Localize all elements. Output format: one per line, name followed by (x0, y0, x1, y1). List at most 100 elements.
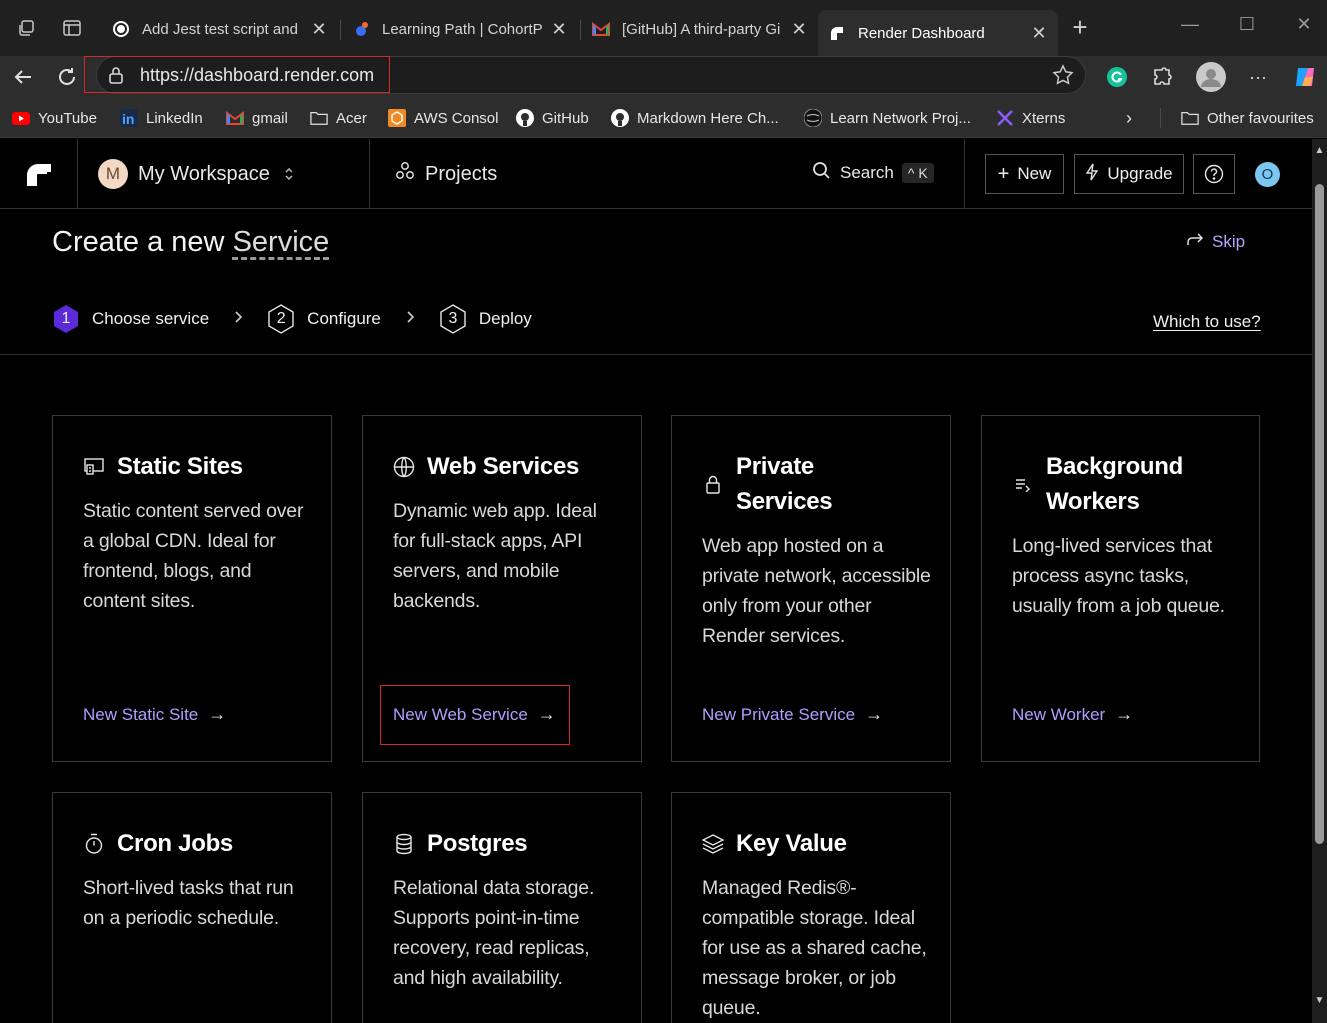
bookmark-other-favourites[interactable]: Other favourites (1181, 108, 1314, 128)
page-title-prefix: Create a new (52, 226, 225, 258)
database-icon (393, 833, 415, 855)
skip-link[interactable]: Skip (1186, 232, 1245, 252)
chevron-right-icon (405, 310, 415, 329)
address-bar: https://dashboard.render.com ··· (0, 56, 1327, 98)
card-cron-jobs: Cron Jobs Short-lived tasks that run on … (52, 792, 332, 1023)
bookmark-label: AWS Consol (414, 109, 499, 127)
bookmark-linkedin[interactable]: in LinkedIn (120, 108, 203, 128)
profile-avatar-icon[interactable] (1196, 62, 1226, 92)
github-icon (516, 109, 534, 127)
tab-cohort[interactable]: Learning Path | CohortPr ✕ (342, 10, 578, 48)
card-title: Static Sites (117, 453, 243, 480)
network-icon (804, 109, 822, 127)
card-description: Web app hosted on a private network, acc… (702, 535, 931, 647)
search-button[interactable]: Search ^ K (812, 161, 934, 185)
render-logo[interactable] (0, 139, 78, 209)
bookmark-label: Learn Network Proj... (830, 109, 971, 127)
card-link-label: New Private Service (702, 704, 856, 724)
scroll-thumb[interactable] (1315, 184, 1324, 844)
card-description: Static content served over a global CDN.… (83, 500, 304, 612)
card-link-label: New Worker (1012, 704, 1106, 724)
maximize-icon[interactable]: ☐ (1227, 14, 1267, 35)
bookmark-learn-network[interactable]: Learn Network Proj... (804, 108, 971, 128)
close-icon[interactable]: ✕ (550, 19, 568, 40)
close-icon[interactable]: ✕ (1030, 23, 1048, 44)
bookmark-acer[interactable]: Acer (310, 108, 367, 128)
gmail-icon (226, 109, 244, 127)
app-header: M My Workspace Projects Search ^ K + New (0, 139, 1312, 209)
tab-render-dashboard[interactable]: Render Dashboard ✕ (818, 10, 1058, 56)
page-title: Create a new Service (52, 226, 329, 259)
card-title: Cron Jobs (117, 830, 233, 857)
card-description: Short-lived tasks that run on a periodic… (83, 877, 294, 929)
new-button[interactable]: + New (985, 154, 1064, 194)
bookmark-youtube[interactable]: YouTube (12, 108, 97, 128)
scroll-up-icon[interactable]: ▲ (1314, 145, 1325, 156)
page-scrollbar[interactable]: ▲ ▼ (1312, 139, 1327, 1023)
new-private-service-link[interactable]: New Private Service → (702, 704, 883, 725)
grammarly-icon[interactable] (1102, 62, 1132, 92)
card-link-label: New Static Site (83, 704, 199, 724)
more-menu-icon[interactable]: ··· (1243, 62, 1273, 92)
step-configure: 2 Configure (267, 304, 381, 334)
upgrade-button[interactable]: Upgrade (1074, 154, 1184, 194)
bookmark-aws[interactable]: AWS Consol (388, 108, 498, 128)
tab-gmail[interactable]: [GitHub] A third-party Gi ✕ (582, 10, 818, 48)
search-label: Search (840, 163, 894, 182)
step-label: Deploy (478, 309, 532, 328)
card-link-label: New Web Service (393, 704, 528, 724)
globe-icon (393, 456, 415, 478)
new-static-site-link[interactable]: New Static Site → (83, 704, 226, 725)
user-avatar[interactable]: O (1255, 162, 1280, 187)
step-deploy: 3 Deploy (439, 304, 532, 334)
which-to-use-link[interactable]: Which to use? (1153, 312, 1261, 332)
bookmark-gmail[interactable]: gmail (226, 108, 288, 128)
bookmark-github[interactable]: GitHub (516, 108, 589, 128)
workspace-switcher[interactable]: M My Workspace (78, 139, 370, 209)
bookmark-markdown-here[interactable]: Markdown Here Ch... (611, 108, 779, 128)
bookmarks-overflow-chevron-icon[interactable]: › (1126, 108, 1132, 128)
scroll-down-icon[interactable]: ▼ (1314, 995, 1325, 1006)
new-worker-link[interactable]: New Worker → (1012, 704, 1133, 725)
bookmark-label: Other favourites (1207, 109, 1314, 127)
back-icon[interactable] (8, 62, 38, 92)
tab-label: [GitHub] A third-party Gi (622, 20, 781, 38)
new-web-service-link[interactable]: New Web Service → (393, 704, 556, 725)
step-choose-service: 1 Choose service (52, 304, 209, 334)
window-close-icon[interactable]: ✕ (1284, 14, 1324, 35)
arrow-right-icon: → (537, 704, 556, 724)
help-icon (1204, 164, 1224, 184)
workspaces-icon[interactable] (15, 16, 39, 40)
page-title-service[interactable]: Service (233, 226, 330, 258)
search-shortcut: ^ K (901, 163, 934, 183)
tab-jest[interactable]: Add Jest test script and e ✕ (102, 10, 338, 48)
projects-nav[interactable]: Projects (395, 161, 497, 187)
bookmark-label: Acer (336, 109, 367, 127)
aws-icon (388, 109, 406, 127)
minimize-icon[interactable]: — (1170, 14, 1210, 35)
new-tab-icon[interactable]: + (1060, 12, 1100, 43)
tab-label: Render Dashboard (858, 24, 985, 42)
static-site-icon (83, 456, 105, 478)
site-info-icon[interactable] (108, 66, 124, 89)
tab-actions-icon[interactable] (60, 16, 84, 40)
copilot-icon[interactable] (1290, 62, 1320, 92)
folder-icon (1181, 109, 1199, 127)
card-private-services: Private Services Web app hosted on a pri… (671, 415, 951, 762)
github-copilot-icon (112, 20, 130, 38)
lightning-icon (1085, 163, 1099, 186)
card-title: Postgres (427, 830, 528, 857)
step-label: Configure (307, 309, 381, 328)
url-text[interactable]: https://dashboard.render.com (140, 65, 374, 86)
extensions-icon[interactable] (1147, 62, 1177, 92)
close-icon[interactable]: ✕ (790, 19, 808, 40)
favorite-star-icon[interactable] (1052, 64, 1074, 91)
refresh-icon[interactable] (52, 62, 82, 92)
timer-icon (83, 833, 105, 855)
card-postgres: Postgres Relational data storage. Suppor… (362, 792, 642, 1023)
arrow-right-icon: → (1115, 704, 1134, 724)
layers-icon (702, 833, 724, 855)
bookmark-xterns[interactable]: Xterns (996, 108, 1065, 128)
help-button[interactable] (1193, 154, 1235, 194)
close-icon[interactable]: ✕ (310, 19, 328, 40)
